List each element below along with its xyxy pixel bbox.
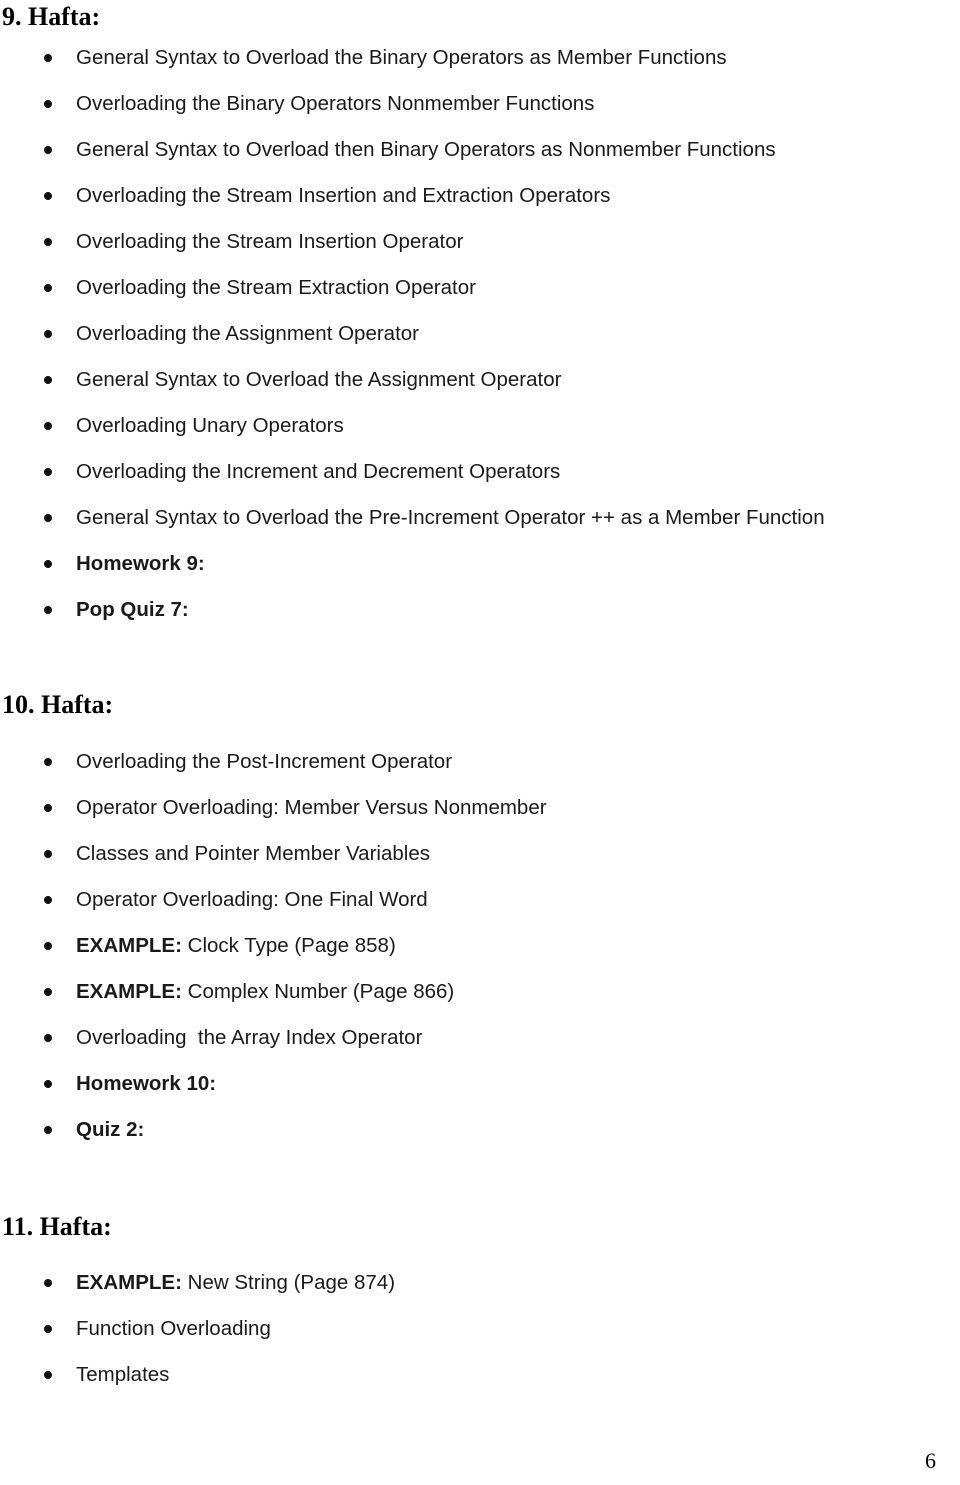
list-item: Operator Overloading: One Final Word xyxy=(0,877,960,923)
list-item: Pop Quiz 7: xyxy=(0,587,960,633)
list-item: Overloading the Assignment Operator xyxy=(0,311,960,357)
section-10-list-container: Overloading the Post-Increment Operator O… xyxy=(0,739,960,1153)
list-item: General Syntax to Overload the Assignmen… xyxy=(0,357,960,403)
list-item-text: Operator Overloading: One Final Word xyxy=(76,888,428,911)
list-item: Overloading the Stream Insertion and Ext… xyxy=(0,173,960,219)
list-item: Overloading the Increment and Decrement … xyxy=(0,449,960,495)
bullet-list-section-9: General Syntax to Overload the Binary Op… xyxy=(0,35,960,633)
list-item-text: Overloading the Stream Insertion and Ext… xyxy=(76,184,611,207)
list-item: Operator Overloading: Member Versus Nonm… xyxy=(0,785,960,831)
list-item-text: General Syntax to Overload the Binary Op… xyxy=(76,46,727,69)
list-item-text: Classes and Pointer Member Variables xyxy=(76,842,430,865)
list-item: Overloading the Stream Insertion Operato… xyxy=(0,219,960,265)
list-item: General Syntax to Overload the Pre-Incre… xyxy=(0,495,960,541)
list-item: Overloading Unary Operators xyxy=(0,403,960,449)
list-item: Templates xyxy=(0,1352,960,1398)
list-item-text: Operator Overloading: Member Versus Nonm… xyxy=(76,796,547,819)
list-item-text: Overloading the Post-Increment Operator xyxy=(76,750,453,773)
section-heading-11-container: 11. Hafta: xyxy=(2,1212,402,1242)
section-heading-9: 9. Hafta: xyxy=(2,2,101,31)
list-item: Homework 9: xyxy=(0,541,960,587)
list-item-text: Clock Type (Page 858) xyxy=(181,934,396,957)
list-item: Overloading the Array Index Operator xyxy=(0,1015,960,1061)
list-item-text: Overloading the Stream Extraction Operat… xyxy=(76,276,476,299)
list-item-text: Overloading the Stream Insertion Operato… xyxy=(76,230,464,253)
list-item-text: General Syntax to Overload the Assignmen… xyxy=(76,368,562,391)
list-item-label: EXAMPLE: xyxy=(76,1271,182,1294)
list-item-text: New String (Page 874) xyxy=(181,1271,396,1294)
list-item-text: Quiz 2: xyxy=(76,1118,145,1141)
list-item-text: Pop Quiz 7: xyxy=(76,598,189,621)
list-item-text: General Syntax to Overload then Binary O… xyxy=(76,138,776,161)
list-item: Classes and Pointer Member Variables xyxy=(0,831,960,877)
section-11-list-container: EXAMPLE: New String (Page 874) Function O… xyxy=(0,1260,960,1398)
list-item: EXAMPLE: Complex Number (Page 866) xyxy=(0,969,960,1015)
list-item-text: Overloading the Assignment Operator xyxy=(76,322,419,345)
section-heading-10: 10. Hafta: xyxy=(2,690,114,719)
list-item: Function Overloading xyxy=(0,1306,960,1352)
list-item-text: Homework 9: xyxy=(76,552,205,575)
list-item-text: General Syntax to Overload the Pre-Incre… xyxy=(76,506,825,529)
list-item-text: Overloading Unary Operators xyxy=(76,414,344,437)
bullet-list-section-11: EXAMPLE: New String (Page 874) Function O… xyxy=(0,1260,960,1398)
list-item: Overloading the Binary Operators Nonmemb… xyxy=(0,81,960,127)
list-item: General Syntax to Overload the Binary Op… xyxy=(0,35,960,81)
list-item: EXAMPLE: New String (Page 874) xyxy=(0,1260,960,1306)
list-item-text: Overloading the Binary Operators Nonmemb… xyxy=(76,92,595,115)
list-item: EXAMPLE: Clock Type (Page 858) xyxy=(0,923,960,969)
list-item-text: Templates xyxy=(76,1363,170,1386)
list-item: Overloading the Post-Increment Operator xyxy=(0,739,960,785)
list-item: Homework 10: xyxy=(0,1061,960,1107)
list-item: General Syntax to Overload then Binary O… xyxy=(0,127,960,173)
section-heading-9-container: 9. Hafta: xyxy=(2,2,402,32)
section-9-list-container: General Syntax to Overload the Binary Op… xyxy=(0,35,960,633)
list-item: Quiz 2: xyxy=(0,1107,960,1153)
list-item-text: Overloading the Array Index Operator xyxy=(76,1026,423,1049)
list-item-text: Homework 10: xyxy=(76,1072,217,1095)
section-heading-11: 11. Hafta: xyxy=(2,1212,112,1241)
list-item-text: Overloading the Increment and Decrement … xyxy=(76,460,561,483)
section-heading-10-container: 10. Hafta: xyxy=(2,690,402,720)
list-item-text: Complex Number (Page 866) xyxy=(181,980,455,1003)
document-page: 9. Hafta: General Syntax to Overload the… xyxy=(0,0,960,1485)
list-item-text: Function Overloading xyxy=(76,1317,271,1340)
list-item-label: EXAMPLE: xyxy=(76,934,182,957)
bullet-list-section-10: Overloading the Post-Increment Operator O… xyxy=(0,739,960,1153)
list-item-label: EXAMPLE: xyxy=(76,980,182,1003)
list-item: Overloading the Stream Extraction Operat… xyxy=(0,265,960,311)
page-number: 6 xyxy=(925,1448,936,1473)
